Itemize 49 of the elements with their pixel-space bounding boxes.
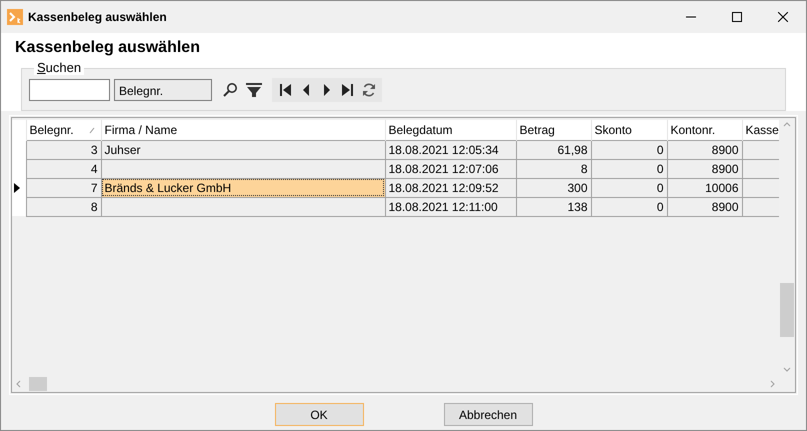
first-icon xyxy=(278,82,292,98)
scroll-right-icon xyxy=(770,380,775,388)
search-icon xyxy=(222,82,238,98)
next-icon xyxy=(322,82,332,98)
scroll-down-icon xyxy=(783,367,791,372)
maximize-icon xyxy=(732,12,742,22)
group-label: Suchen xyxy=(34,60,84,75)
table-cell: 0 xyxy=(591,159,667,178)
table-cell: Juhser xyxy=(101,140,385,159)
scrollbar-thumb[interactable] xyxy=(780,283,794,337)
search-column-field[interactable]: Belegnr. xyxy=(114,79,212,101)
last-icon xyxy=(341,82,355,98)
table-cell xyxy=(742,159,779,178)
table-cell: 0 xyxy=(591,140,667,159)
table-cell: 3 xyxy=(26,140,101,159)
table-cell: 18.08.2021 12:09:52 xyxy=(385,178,516,197)
table-cell xyxy=(742,197,779,216)
scroll-up-icon xyxy=(783,122,791,127)
table-cell: 61,98 xyxy=(516,140,591,159)
table-cell: 0 xyxy=(591,197,667,216)
table-cell xyxy=(742,178,779,197)
search-field[interactable] xyxy=(29,79,110,101)
table-cell: 8 xyxy=(516,159,591,178)
previous-icon xyxy=(301,82,311,98)
table-cell: 8 xyxy=(26,197,101,216)
cancel-button[interactable]: Abbrechen xyxy=(444,403,532,426)
table-cell: 8900 xyxy=(667,140,742,159)
close-icon xyxy=(778,12,788,22)
table-cell: 7 xyxy=(26,178,101,197)
filter-icon xyxy=(245,82,263,98)
app-icon xyxy=(7,9,23,25)
column-header[interactable]: Firma / Name xyxy=(104,122,178,137)
scroll-left-icon xyxy=(16,380,21,388)
table-cell: 138 xyxy=(516,197,591,216)
table-cell: 8900 xyxy=(667,197,742,216)
window-title: Kassenbeleg auswählen xyxy=(28,9,167,26)
table-cell: 18.08.2021 12:05:34 xyxy=(385,140,516,159)
ok-button[interactable]: OK xyxy=(274,403,364,426)
table-cell: Bränds & Lucker GmbH xyxy=(101,178,385,197)
refresh-icon xyxy=(361,82,377,98)
table-cell: 10006 xyxy=(667,178,742,197)
table-cell: 300 xyxy=(516,178,591,197)
table-cell: 18.08.2021 12:07:06 xyxy=(385,159,516,178)
table-cell: 8900 xyxy=(667,159,742,178)
scrollbar-thumb[interactable] xyxy=(29,377,47,391)
dialog-heading: Kassenbeleg auswählen xyxy=(15,38,201,58)
table-cell: 4 xyxy=(26,159,101,178)
table-cell: 0 xyxy=(591,178,667,197)
table-cell: 18.08.2021 12:11:00 xyxy=(385,197,516,216)
